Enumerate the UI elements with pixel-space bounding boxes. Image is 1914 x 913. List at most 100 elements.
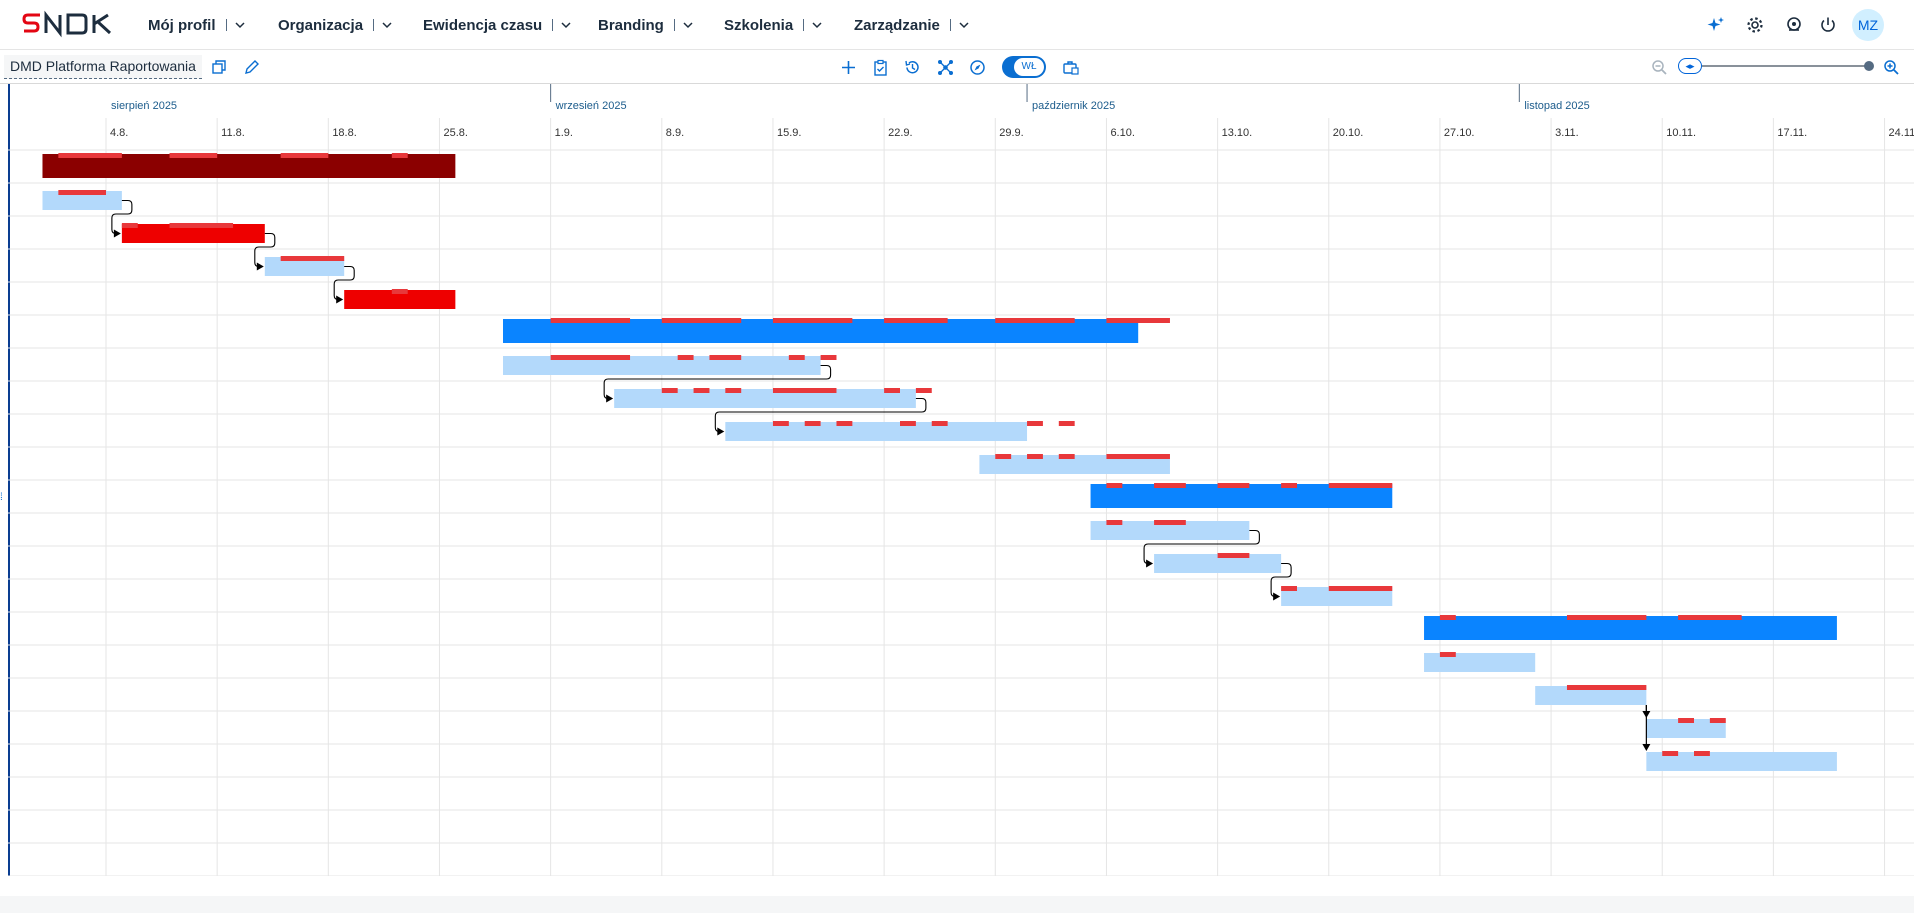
week-label: 27.10. <box>1444 127 1475 139</box>
copy-icon[interactable] <box>208 56 230 78</box>
overload-marker <box>1566 615 1647 620</box>
week-label: 11.8. <box>221 127 245 139</box>
dependency-arrow <box>1273 592 1281 601</box>
week-label: 1.9. <box>555 127 573 139</box>
chevron-down-icon <box>382 22 392 29</box>
week-label: 15.9. <box>777 127 801 139</box>
overload-marker <box>1058 454 1075 459</box>
overload-marker <box>169 153 218 158</box>
month-label: październik 2025 <box>1032 100 1115 112</box>
overload-marker <box>1694 751 1710 756</box>
week-label: 6.10. <box>1110 127 1134 139</box>
overload-marker <box>1027 421 1043 426</box>
top-navigation-bar: Mój profil Organizacja Ewidencja czasu B… <box>0 0 1914 50</box>
week-label: 17.11. <box>1777 127 1807 139</box>
overload-marker <box>1154 483 1186 488</box>
zoom-out-icon[interactable] <box>1648 56 1670 78</box>
dependency-arrow <box>256 262 264 271</box>
overload-marker <box>995 318 1075 323</box>
overload-marker <box>836 421 853 426</box>
splitter-grip-icon[interactable]: ⁞ <box>0 492 8 512</box>
dependency-arrow <box>336 295 344 304</box>
overload-marker <box>693 388 710 393</box>
overload-marker <box>725 388 742 393</box>
nav-zarzadzanie[interactable]: Zarządzanie <box>854 0 970 50</box>
edit-pencil-icon[interactable] <box>240 56 262 78</box>
nav-szkolenia[interactable]: Szkolenia <box>724 0 823 50</box>
nav-organizacja[interactable]: Organizacja <box>278 0 393 50</box>
week-label: 13.10. <box>1222 127 1253 139</box>
dependency-arrow <box>606 394 614 403</box>
overload-marker <box>1058 421 1075 426</box>
overload-marker <box>788 355 805 360</box>
overload-marker <box>58 153 122 158</box>
nav-label: Organizacja <box>278 16 364 34</box>
week-label: 24.11. <box>1889 127 1914 139</box>
nav-ewidencja-czasu[interactable]: Ewidencja czasu <box>423 0 572 50</box>
overload-marker <box>1678 615 1742 620</box>
month-label: sierpień 2025 <box>111 100 177 112</box>
overload-marker <box>820 355 837 360</box>
briefcase-icon[interactable] <box>1059 56 1081 78</box>
slider-arrows-icon[interactable]: ◂▸ <box>1678 58 1702 74</box>
gantt-task-bar <box>725 422 1028 441</box>
overload-marker <box>169 223 234 228</box>
dependency-arrow <box>113 229 121 238</box>
overload-marker <box>804 421 821 426</box>
network-icon[interactable] <box>934 56 956 78</box>
overload-marker <box>1566 685 1647 690</box>
ai-sparkle-icon[interactable] <box>1704 13 1728 37</box>
overload-marker <box>391 289 408 294</box>
overload-marker <box>900 421 916 426</box>
overload-marker <box>1678 718 1694 723</box>
toggle-switch[interactable]: WŁ <box>1002 56 1046 78</box>
overload-marker <box>1217 483 1250 488</box>
overload-marker <box>1106 454 1170 459</box>
week-label: 18.8. <box>332 127 356 139</box>
overload-marker <box>1106 520 1123 525</box>
overload-marker <box>884 388 900 393</box>
avatar[interactable]: MZ <box>1852 9 1884 41</box>
clipboard-check-icon[interactable] <box>869 56 891 78</box>
overload-marker <box>661 318 742 323</box>
overload-marker <box>1281 586 1297 591</box>
power-icon[interactable] <box>1816 13 1840 37</box>
nav-label: Szkolenia <box>724 16 794 34</box>
settings-icon[interactable] <box>1743 13 1767 37</box>
overload-marker <box>995 454 1012 459</box>
gantt-toolbar: DMD Platforma Raportowania WŁ <box>0 50 1914 84</box>
week-label: 22.9. <box>888 127 912 139</box>
gantt-chart: 4.8. 11.8. 18.8. 25.8. 1.9. 8.9. 15.9. 22.9. 29.… <box>8 84 1914 876</box>
add-icon[interactable] <box>837 56 859 78</box>
week-label: 29.9. <box>999 127 1023 139</box>
overload-marker <box>550 318 631 323</box>
history-icon[interactable] <box>901 56 923 78</box>
compass-icon[interactable] <box>966 56 988 78</box>
project-title[interactable]: DMD Platforma Raportowania <box>4 55 202 79</box>
overload-marker <box>550 355 631 360</box>
overload-marker <box>931 421 948 426</box>
horizontal-scrollbar[interactable] <box>0 896 1914 913</box>
overload-marker <box>280 256 345 261</box>
nav-label: Zarządzanie <box>854 16 940 34</box>
overload-marker <box>1662 751 1679 756</box>
zoom-slider-handle[interactable] <box>1864 61 1874 71</box>
zoom-slider-track[interactable] <box>1702 65 1870 67</box>
nav-branding[interactable]: Branding <box>598 0 694 50</box>
nav-label: Ewidencja czasu <box>423 16 543 34</box>
overload-marker <box>1027 454 1043 459</box>
nav-moj-profil[interactable]: Mój profil <box>148 0 246 50</box>
month-label: wrzesień 2025 <box>555 100 627 112</box>
snok-logo[interactable] <box>22 9 130 41</box>
overload-marker <box>1328 586 1393 591</box>
overload-marker <box>1439 652 1456 657</box>
chevron-down-icon <box>959 22 969 29</box>
week-label: 4.8. <box>110 127 128 139</box>
overload-marker <box>1281 483 1297 488</box>
overload-marker <box>1154 520 1186 525</box>
support-icon[interactable] <box>1782 13 1806 37</box>
overload-marker <box>1328 483 1393 488</box>
zoom-in-icon[interactable] <box>1880 56 1902 78</box>
toggle-label: WŁ <box>1014 58 1044 76</box>
overload-marker <box>772 318 853 323</box>
